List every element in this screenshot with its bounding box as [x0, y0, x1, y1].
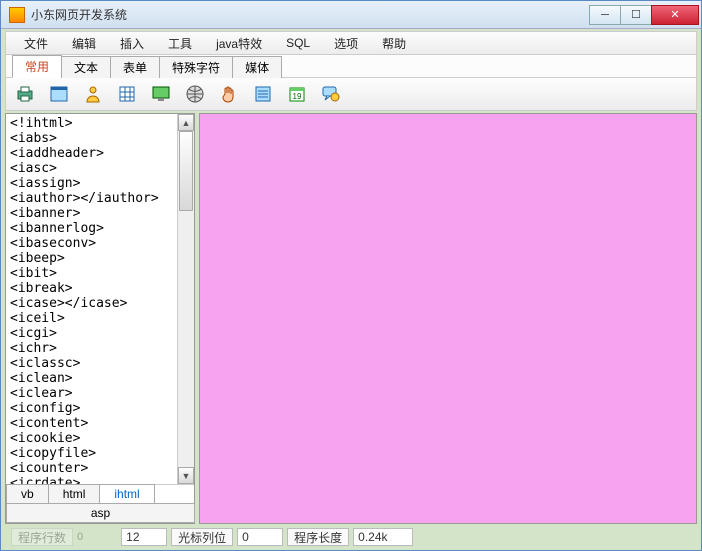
menu-工具[interactable]: 工具: [156, 33, 204, 54]
status-len-label: 程序长度: [287, 528, 349, 546]
menu-编辑[interactable]: 编辑: [60, 33, 108, 54]
status-line-value: 12: [121, 528, 167, 546]
scroll-down-button[interactable]: ▼: [178, 467, 194, 484]
status-lines-label: 程序行数: [11, 528, 73, 546]
tag-list[interactable]: <!ihtml> <iabs> <iaddheader> <iasc> <ias…: [6, 114, 177, 484]
printer-icon[interactable]: [14, 83, 36, 105]
app-icon: [9, 7, 25, 23]
status-col-value: 0: [237, 528, 283, 546]
status-bar: 程序行数 0 12 光标列位 0 程序长度 0.24k: [5, 526, 697, 548]
status-len-value: 0.24k: [353, 528, 413, 546]
status-col-label: 光标列位: [171, 528, 233, 546]
menu-帮助[interactable]: 帮助: [370, 33, 418, 54]
toolbar: 19: [5, 77, 697, 111]
left-panel: <!ihtml> <iabs> <iaddheader> <iasc> <ias…: [5, 113, 195, 524]
close-button[interactable]: ✕: [651, 5, 699, 25]
screen-icon[interactable]: [150, 83, 172, 105]
scroll-thumb[interactable]: [179, 131, 193, 211]
minimize-button[interactable]: ─: [589, 5, 621, 25]
window-icon[interactable]: [48, 83, 70, 105]
calendar-icon[interactable]: 19: [286, 83, 308, 105]
scroll-track[interactable]: [178, 131, 194, 467]
window-title: 小东网页开发系统: [31, 6, 590, 23]
tab-bar: 常用文本表单特殊字符媒体: [5, 55, 697, 77]
globe-icon[interactable]: [184, 83, 206, 105]
lines-icon[interactable]: [252, 83, 274, 105]
bottom-tab-asp[interactable]: asp: [6, 503, 195, 523]
scrollbar[interactable]: ▲ ▼: [177, 114, 194, 484]
bottom-tab-ihtml[interactable]: ihtml: [99, 484, 154, 504]
svg-text:19: 19: [293, 92, 302, 101]
editor-area[interactable]: [199, 113, 697, 524]
grid-icon[interactable]: [116, 83, 138, 105]
scroll-up-button[interactable]: ▲: [178, 114, 194, 131]
menu-SQL[interactable]: SQL: [274, 34, 322, 52]
tab-文本[interactable]: 文本: [61, 56, 111, 78]
bottom-tab-vb[interactable]: vb: [6, 484, 49, 504]
hand-icon[interactable]: [218, 83, 240, 105]
person-icon[interactable]: [82, 83, 104, 105]
menu-选项[interactable]: 选项: [322, 33, 370, 54]
tab-媒体[interactable]: 媒体: [232, 56, 282, 78]
bottom-tab-html[interactable]: html: [48, 484, 101, 504]
menu-文件[interactable]: 文件: [12, 33, 60, 54]
tab-表单[interactable]: 表单: [110, 56, 160, 78]
tab-常用[interactable]: 常用: [12, 55, 62, 78]
bottom-tab-bar: vbhtmlihtmlasp: [6, 484, 194, 523]
menubar: 文件编辑插入工具java特效SQL选项帮助: [5, 31, 697, 55]
maximize-button[interactable]: ☐: [620, 5, 652, 25]
tab-特殊字符[interactable]: 特殊字符: [159, 56, 233, 78]
menu-java特效[interactable]: java特效: [204, 33, 274, 54]
titlebar: 小东网页开发系统 ─ ☐ ✕: [1, 1, 701, 29]
chat-icon[interactable]: [320, 83, 342, 105]
menu-插入[interactable]: 插入: [108, 33, 156, 54]
